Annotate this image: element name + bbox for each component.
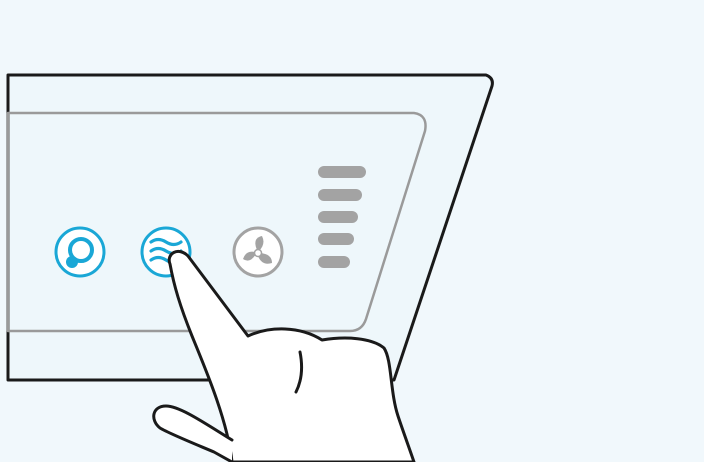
- circulation-mode-button[interactable]: [54, 226, 106, 278]
- circulation-button-ring: [54, 226, 106, 278]
- illustration-canvas: [0, 0, 704, 462]
- level-bar-4: [318, 189, 362, 201]
- fan-mode-button[interactable]: [232, 226, 284, 278]
- level-bar-1: [318, 256, 350, 268]
- level-bar-5: [318, 166, 366, 178]
- level-bar-3: [318, 211, 358, 223]
- control-panel-illustration: [0, 0, 704, 462]
- level-bar-2: [318, 233, 354, 245]
